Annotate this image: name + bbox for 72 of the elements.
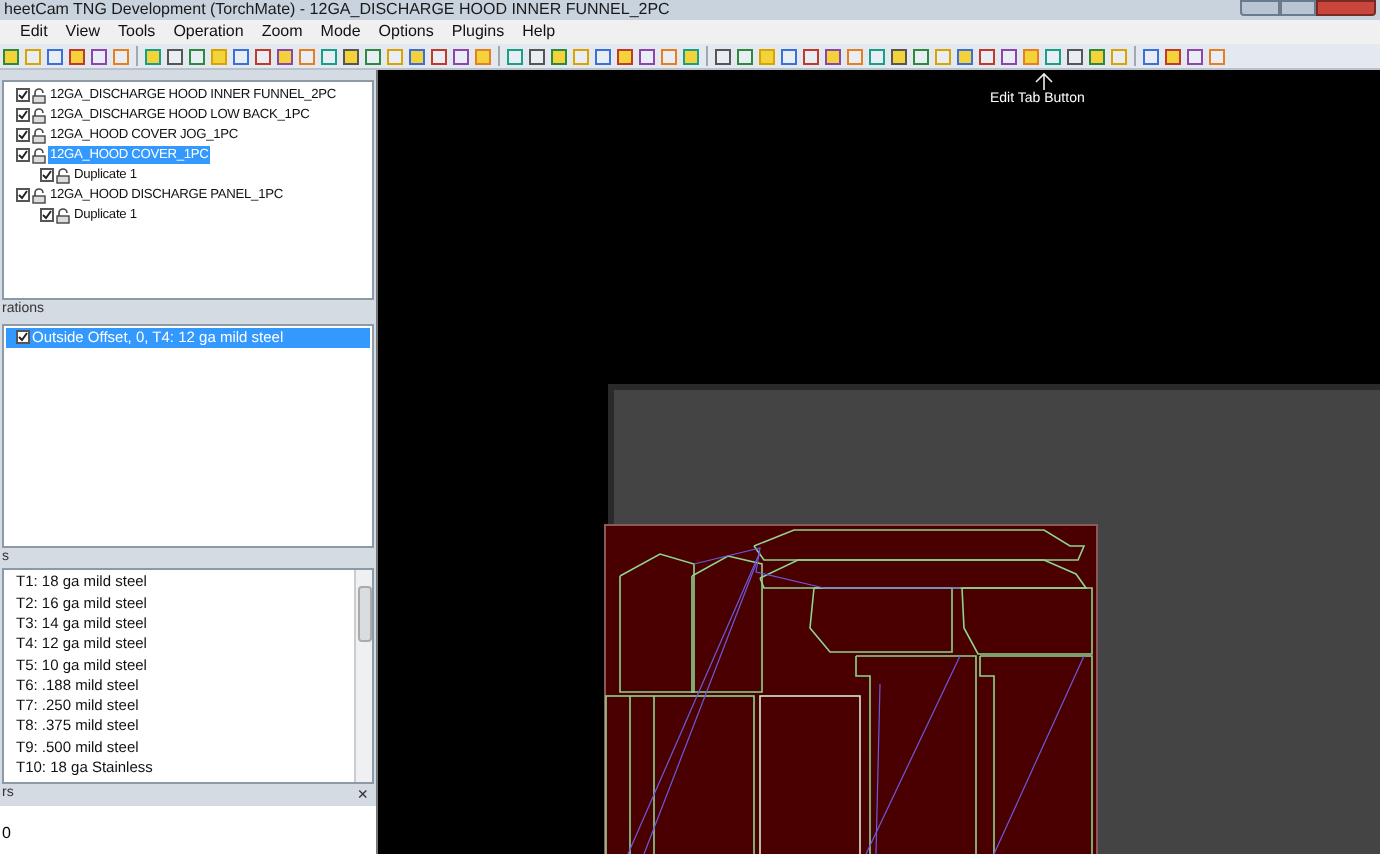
toolbar-icon[interactable]	[1044, 47, 1062, 65]
lock-icon[interactable]	[32, 187, 46, 204]
toolbar-icon[interactable]	[1088, 47, 1106, 65]
toolbar-icon[interactable]	[1164, 47, 1182, 65]
toolbar-icon[interactable]	[342, 47, 360, 65]
toolbar-icon[interactable]	[68, 47, 86, 65]
close-button[interactable]: ×	[357, 786, 374, 805]
toolbar-icon[interactable]	[506, 47, 524, 65]
window-title: heetCam TNG Development (TorchMate) - 12GA_DISCHARGE HOOD INNER FUNNEL_2PC	[2, 0, 670, 20]
toolbar-icon[interactable]	[780, 47, 798, 65]
close-button[interactable]	[1316, 0, 1376, 16]
lock-icon[interactable]	[32, 147, 46, 164]
toolbar-icon[interactable]	[550, 47, 568, 65]
lock-icon[interactable]	[56, 207, 70, 224]
minimize-button[interactable]	[1240, 0, 1280, 16]
checkbox[interactable]	[16, 330, 30, 345]
toolbar-icon[interactable]	[320, 47, 338, 65]
lock-icon[interactable]	[32, 107, 46, 124]
lock-icon[interactable]	[56, 167, 70, 184]
toolbar-icon[interactable]	[144, 47, 162, 65]
toolbar-icon[interactable]	[452, 47, 470, 65]
toolbar-icon[interactable]	[956, 47, 974, 65]
menu-item[interactable]: Options	[378, 22, 434, 42]
menu-item[interactable]: Mode	[320, 22, 361, 42]
lock-icon[interactable]	[32, 127, 46, 144]
toolbar-icon[interactable]	[1186, 47, 1204, 65]
toolbar-icon[interactable]	[1066, 47, 1084, 65]
maximize-button[interactable]	[1280, 0, 1316, 16]
checkbox[interactable]	[16, 128, 30, 143]
toolbar-icon[interactable]	[714, 47, 732, 65]
menu-item[interactable]: Help	[522, 22, 556, 42]
toolbar-icon[interactable]	[912, 47, 930, 65]
toolbar-icon[interactable]	[364, 47, 382, 65]
toolbar-icon[interactable]	[46, 47, 64, 65]
toolbar-icon[interactable]	[1142, 47, 1160, 65]
toolbar-icon[interactable]	[736, 47, 754, 65]
toolbar-icon[interactable]	[254, 47, 272, 65]
toolbar-icon[interactable]	[232, 47, 250, 65]
toolbar-icon[interactable]	[408, 47, 426, 65]
checkbox[interactable]	[40, 168, 54, 183]
toolbar-icon[interactable]	[430, 47, 448, 65]
toolbar-icon[interactable]	[978, 47, 996, 65]
toolbar-icon[interactable]	[1000, 47, 1018, 65]
toolbar-icon[interactable]	[638, 47, 656, 65]
toolbar-icon[interactable]	[528, 47, 546, 65]
checkbox[interactable]	[40, 208, 54, 223]
toolbar-icon[interactable]	[890, 47, 908, 65]
checkbox[interactable]	[16, 148, 30, 163]
menu-item[interactable]: Tools	[118, 22, 156, 42]
menu-item[interactable]: Plugins	[451, 22, 505, 42]
menu-item[interactable]: View	[65, 22, 100, 42]
scroll-bar[interactable]	[354, 570, 372, 783]
menu-item[interactable]: Zoom	[261, 22, 303, 42]
toolbar-icon[interactable]	[616, 47, 634, 65]
scroll-thumb[interactable]	[357, 586, 371, 643]
checkbox[interactable]	[16, 88, 30, 103]
toolbar-icon[interactable]	[682, 47, 700, 65]
menu-item[interactable]: Operation	[173, 22, 244, 42]
checkbox[interactable]	[16, 188, 30, 203]
lock-icon[interactable]	[32, 87, 46, 104]
toolbar-icon[interactable]	[802, 47, 820, 65]
toolbar-icon[interactable]	[2, 47, 20, 65]
toolbar-icon[interactable]	[868, 47, 886, 65]
toolbar-icon[interactable]	[594, 47, 612, 65]
checkbox[interactable]	[16, 108, 30, 123]
toolbar-icon[interactable]	[824, 47, 842, 65]
toolbar-icon[interactable]	[188, 47, 206, 65]
value-text: 0	[0, 824, 11, 842]
menu-item[interactable]: Edit	[20, 22, 48, 42]
toolbar-icon[interactable]	[276, 47, 294, 65]
toolbar-icon[interactable]	[166, 47, 184, 65]
toolbar-icon[interactable]	[90, 47, 108, 65]
